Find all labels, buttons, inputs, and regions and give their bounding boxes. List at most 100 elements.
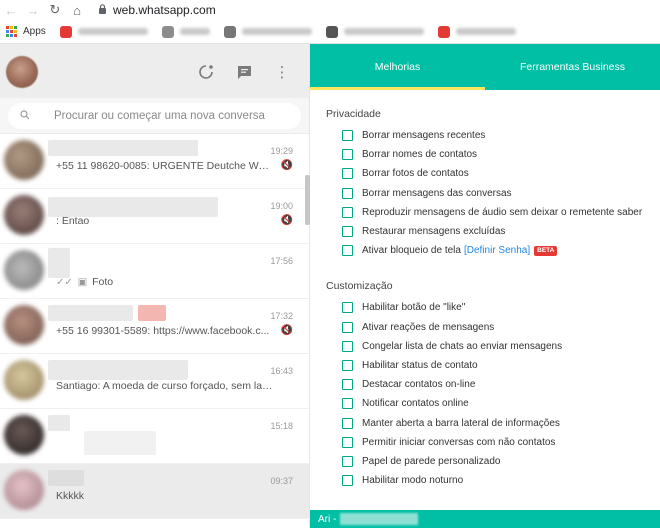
checkbox[interactable] [342, 187, 353, 199]
tab-ferramentas-business[interactable]: Ferramentas Business [485, 44, 660, 90]
chat-time: 09:37 [270, 476, 293, 486]
bookmark-item[interactable] [161, 25, 210, 38]
checkbox[interactable] [342, 149, 353, 161]
checkbox[interactable] [342, 245, 353, 257]
option-label: Habilitar modo noturno [362, 475, 464, 487]
reload-icon[interactable]: ↻ [44, 0, 66, 20]
checkbox[interactable] [342, 359, 353, 371]
option-screen-lock[interactable]: Ativar bloqueio de tela [Definir Senha] BE… [326, 241, 644, 260]
option-blur-contact-names[interactable]: Borrar nomes de contatos [326, 145, 644, 164]
search-bar [0, 98, 309, 134]
forward-icon[interactable]: → [22, 0, 44, 20]
browser-toolbar: ← → ↻ ⌂ web.whatsapp.com [0, 0, 660, 20]
list-item[interactable]: 15:18 [0, 409, 309, 464]
avatar [4, 360, 44, 400]
option-label: Borrar fotos de contatos [362, 168, 469, 180]
checkbox[interactable] [342, 206, 353, 218]
status-icon[interactable] [196, 62, 216, 82]
list-item[interactable]: 17:56 ✓✓ ▣ Foto [0, 244, 309, 299]
bookmarks-bar: Apps [0, 20, 660, 44]
chat-preview: ✓✓ ▣ Foto [56, 276, 274, 288]
option-message-reactions[interactable]: Ativar reações de mensagens [326, 318, 644, 337]
address-bar[interactable]: web.whatsapp.com [98, 3, 216, 17]
chat-list: 19:29 +55 11 98620-0085: URGENTE Deutche… [0, 134, 309, 519]
checkbox[interactable] [342, 379, 353, 391]
option-label: Habilitar status de contato [362, 359, 478, 371]
list-item[interactable]: 16:43 Santiago: A moeda de curso forçado… [0, 354, 309, 409]
new-chat-icon[interactable] [234, 62, 254, 82]
chat-preview: Santiago: A moeda de curso forçado, sem … [56, 380, 274, 392]
checkbox[interactable] [342, 130, 353, 142]
checkbox[interactable] [342, 475, 353, 487]
option-blur-recent-messages[interactable]: Borrar mensagens recentes [326, 126, 644, 145]
section-title-privacy: Privacidade [326, 108, 381, 120]
menu-dots-icon[interactable]: ⋮ [272, 62, 292, 82]
contact-name-redacted [48, 248, 70, 278]
option-custom-wallpaper[interactable]: Papel de parede personalizado [326, 452, 644, 471]
checkbox[interactable] [342, 321, 353, 333]
checkbox[interactable] [342, 340, 353, 352]
sidebar-header: ⋮ [0, 44, 309, 98]
bookmark-item[interactable] [437, 25, 516, 38]
option-label: Papel de parede personalizado [362, 455, 501, 467]
checkbox[interactable] [342, 398, 353, 410]
avatar [4, 140, 44, 180]
checkbox[interactable] [342, 455, 353, 467]
option-contact-status[interactable]: Habilitar status de contato [326, 356, 644, 375]
back-icon[interactable]: ← [0, 0, 22, 20]
avatar [4, 415, 44, 455]
option-label: Borrar nomes de contatos [362, 149, 478, 161]
avatar [4, 470, 44, 510]
chat-preview: : Entao [56, 215, 90, 227]
option-highlight-online[interactable]: Destacar contatos on-line [326, 375, 644, 394]
option-label: Notificar contatos online [362, 398, 469, 410]
option-freeze-chat-list[interactable]: Congelar lista de chats ao enviar mensag… [326, 337, 644, 356]
search-icon [20, 109, 34, 123]
tab-melhorias[interactable]: Melhorias [310, 44, 485, 90]
list-item[interactable]: 09:37 Kkkkk [0, 464, 309, 519]
checkbox[interactable] [342, 436, 353, 448]
chat-preview: +55 16 99301-5589: https://www.facebook.… [56, 325, 270, 337]
avatar[interactable] [6, 56, 38, 88]
list-item[interactable]: 17:32 +55 16 99301-5589: https://www.fac… [0, 299, 309, 354]
tab-bar: Melhorias Ferramentas Business [310, 44, 660, 90]
apps-label: Apps [23, 26, 46, 37]
option-keep-sidebar-open[interactable]: Manter aberta a barra lateral de informa… [326, 413, 644, 432]
chat-sidebar: ⋮ 19:29 +55 11 98620-0085: URGENTE Deutc… [0, 44, 310, 528]
checkbox[interactable] [342, 417, 353, 429]
search-input[interactable] [54, 110, 284, 122]
option-label: Borrar mensagens das conversas [362, 187, 512, 199]
set-password-link[interactable]: [Definir Senha] [464, 245, 530, 256]
bookmark-item[interactable] [59, 25, 148, 38]
option-restore-deleted[interactable]: Restaurar mensagens excluídas [326, 222, 644, 241]
camera-icon: ▣ [77, 277, 88, 288]
footer-bar: Ari - [310, 510, 660, 528]
contact-name-redacted [48, 470, 84, 486]
list-item[interactable]: 19:29 +55 11 98620-0085: URGENTE Deutche… [0, 134, 309, 189]
option-label: Reproduzir mensagens de áudio sem deixar… [362, 206, 643, 218]
option-like-button[interactable]: Habilitar botão de "like" [326, 298, 644, 317]
home-icon[interactable]: ⌂ [66, 0, 88, 20]
user-name-redacted [340, 513, 419, 525]
search-box[interactable] [8, 103, 301, 129]
bookmark-item[interactable] [223, 25, 312, 38]
list-item[interactable]: 19:00 : Entao 🔇 [0, 189, 309, 244]
bookmark-item[interactable] [325, 25, 424, 38]
option-blur-contact-photos[interactable]: Borrar fotos de contatos [326, 164, 644, 183]
option-night-mode[interactable]: Habilitar modo noturno [326, 471, 644, 490]
contact-name-redacted [48, 360, 188, 380]
option-blur-conversation-messages[interactable]: Borrar mensagens das conversas [326, 184, 644, 203]
option-notify-online[interactable]: Notificar contatos online [326, 394, 644, 413]
checkbox[interactable] [342, 168, 353, 180]
option-chat-non-contacts[interactable]: Permitir iniciar conversas com não conta… [326, 433, 644, 452]
contact-name-redacted [48, 140, 198, 156]
checkbox[interactable] [342, 302, 353, 314]
chat-time: 19:00 [270, 201, 293, 211]
option-label: Restaurar mensagens excluídas [362, 226, 506, 238]
apps-shortcut[interactable]: Apps [6, 26, 46, 37]
url-text: web.whatsapp.com [113, 3, 216, 17]
chat-time: 17:32 [270, 311, 293, 321]
section-title-customization: Customização [326, 280, 393, 293]
checkbox[interactable] [342, 226, 353, 238]
option-play-audio-silently[interactable]: Reproduzir mensagens de áudio sem deixar… [326, 203, 644, 222]
